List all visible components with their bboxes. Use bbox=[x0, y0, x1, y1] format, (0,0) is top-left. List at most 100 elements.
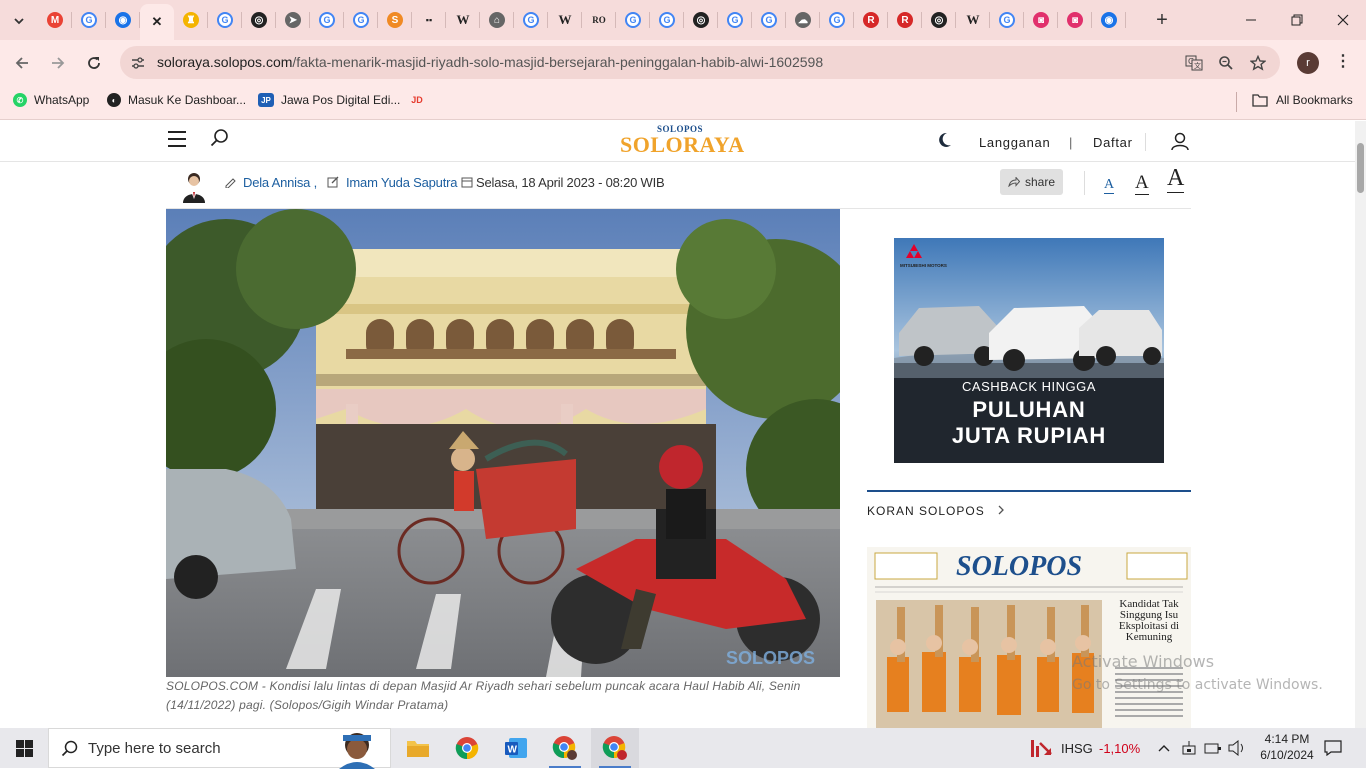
search-icon[interactable] bbox=[209, 127, 231, 149]
url-text[interactable]: soloraya.solopos.com/fakta-menarik-masji… bbox=[157, 54, 823, 70]
tab-search-button[interactable] bbox=[6, 8, 32, 34]
taskbar-chrome[interactable] bbox=[443, 728, 491, 768]
address-bar[interactable]: soloraya.solopos.com/fakta-menarik-masji… bbox=[120, 46, 1280, 79]
browser-tab[interactable]: G bbox=[344, 0, 378, 40]
restore-icon bbox=[1291, 14, 1303, 26]
taskbar-search-box[interactable]: Type here to search bbox=[48, 728, 391, 769]
browser-tab[interactable]: ◙ bbox=[1058, 0, 1092, 40]
author-name[interactable]: Dela Annisa , bbox=[243, 175, 317, 190]
browser-tab[interactable]: ◎ bbox=[684, 0, 718, 40]
start-button[interactable] bbox=[0, 728, 48, 768]
dark-mode-moon-icon[interactable] bbox=[938, 132, 952, 148]
all-bookmarks-button[interactable]: All Bookmarks bbox=[1252, 93, 1353, 107]
jd-icon: JD bbox=[410, 93, 424, 107]
browser-tab[interactable]: G bbox=[72, 0, 106, 40]
browser-tab[interactable]: G bbox=[208, 0, 242, 40]
browser-tab[interactable]: M bbox=[38, 0, 72, 40]
browser-tab[interactable]: W bbox=[956, 0, 990, 40]
stock-change[interactable]: -1,10% bbox=[1099, 741, 1140, 756]
browser-tab[interactable]: ☁ bbox=[786, 0, 820, 40]
svg-text:文: 文 bbox=[1194, 61, 1201, 70]
koran-solopos-heading[interactable]: KORAN SOLOPOS bbox=[867, 504, 1005, 518]
taskbar-file-explorer[interactable] bbox=[394, 728, 442, 768]
taskbar-chrome-profile-r[interactable] bbox=[591, 728, 639, 768]
google-icon: G bbox=[217, 12, 233, 28]
browser-tab[interactable]: R bbox=[854, 0, 888, 40]
editor-name[interactable]: Imam Yuda Saputra bbox=[346, 175, 457, 190]
stock-name[interactable]: IHSG bbox=[1061, 741, 1093, 756]
browser-tab[interactable]: W bbox=[548, 0, 582, 40]
browser-tab[interactable]: ◎ bbox=[242, 0, 276, 40]
subscribe-link[interactable]: Langganan bbox=[979, 135, 1050, 150]
bookmark-star-icon[interactable] bbox=[1248, 53, 1268, 73]
register-link[interactable]: Daftar bbox=[1093, 135, 1133, 150]
share-button[interactable]: share bbox=[1000, 169, 1063, 195]
newspaper-cover[interactable]: SOLOPOS Kandidat Tak Singgung Isu Eksplo… bbox=[867, 547, 1191, 728]
browser-tab[interactable]: ♜ bbox=[174, 0, 208, 40]
browser-tab[interactable]: G bbox=[616, 0, 650, 40]
browser-tab[interactable]: G bbox=[752, 0, 786, 40]
home-icon: ⌂ bbox=[489, 12, 505, 28]
back-button[interactable] bbox=[9, 50, 35, 76]
new-tab-button[interactable]: + bbox=[1150, 8, 1174, 32]
translate-icon[interactable]: G文 bbox=[1184, 53, 1204, 73]
browser-tab[interactable]: ◉ bbox=[106, 0, 140, 40]
sidebar-advertisement[interactable]: MITSUBISHI MOTORS CASHBACK HINGGA PULUHA… bbox=[894, 238, 1164, 463]
bookmark-jawapos[interactable]: JP Jawa Pos Digital Edi... bbox=[258, 93, 400, 107]
site-info-icon[interactable] bbox=[128, 53, 148, 73]
close-window-button[interactable] bbox=[1320, 0, 1366, 40]
hamburger-menu-icon[interactable] bbox=[168, 131, 186, 147]
browser-tab[interactable]: G bbox=[650, 0, 684, 40]
google-icon: G bbox=[625, 12, 641, 28]
wifi-icon[interactable] bbox=[1204, 740, 1222, 756]
browser-tab[interactable]: G bbox=[718, 0, 752, 40]
browser-tab[interactable]: ⌂ bbox=[480, 0, 514, 40]
ad-brand: MITSUBISHI MOTORS bbox=[900, 263, 947, 268]
font-size-small-button[interactable]: A bbox=[1104, 177, 1115, 194]
notification-icon[interactable] bbox=[1324, 740, 1342, 756]
browser-tab[interactable]: ◙ bbox=[1024, 0, 1058, 40]
zoom-icon[interactable] bbox=[1216, 53, 1236, 73]
font-size-medium-button[interactable]: A bbox=[1135, 172, 1149, 195]
browser-tab[interactable]: ▪▪ bbox=[412, 0, 446, 40]
browser-tab[interactable]: G bbox=[514, 0, 548, 40]
arrow-left-icon bbox=[15, 57, 28, 69]
taskbar-chrome-profile-h[interactable] bbox=[541, 728, 589, 768]
restore-button[interactable] bbox=[1274, 0, 1320, 40]
browser-menu-icon[interactable]: ⋮ bbox=[1333, 52, 1353, 74]
all-bookmarks-label: All Bookmarks bbox=[1276, 93, 1353, 107]
font-size-large-button[interactable]: A bbox=[1167, 165, 1185, 193]
stock-chart-icon[interactable] bbox=[1030, 738, 1052, 758]
ad-amount-text-1: PULUHAN bbox=[972, 397, 1086, 422]
taskbar-word[interactable]: W bbox=[492, 728, 540, 768]
browser-tab[interactable]: S bbox=[378, 0, 412, 40]
close-icon[interactable]: ✕ bbox=[149, 14, 165, 30]
chevron-up-icon[interactable] bbox=[1158, 744, 1170, 752]
browser-tab[interactable]: G bbox=[310, 0, 344, 40]
user-account-icon[interactable] bbox=[1170, 131, 1190, 151]
browser-tab[interactable]: ◎ bbox=[922, 0, 956, 40]
volume-icon[interactable] bbox=[1228, 740, 1246, 756]
site-logo[interactable]: SOLOPOS SOLORAYA bbox=[620, 124, 744, 156]
browser-tab-active[interactable]: ✕ bbox=[140, 4, 174, 40]
bookmark-whatsapp[interactable]: ✆ WhatsApp bbox=[13, 93, 89, 107]
browser-tab[interactable]: W bbox=[446, 0, 480, 40]
profile-avatar[interactable]: r bbox=[1297, 52, 1319, 74]
folder-icon bbox=[1252, 94, 1268, 107]
browser-tab[interactable]: G bbox=[990, 0, 1024, 40]
minimize-button[interactable] bbox=[1228, 0, 1274, 40]
system-clock[interactable]: 4:14 PM 6/10/2024 bbox=[1257, 731, 1317, 763]
bookmark-jd[interactable]: JD bbox=[410, 93, 431, 107]
browser-tab[interactable]: G bbox=[820, 0, 854, 40]
page-scrollbar[interactable] bbox=[1355, 121, 1366, 728]
jp-icon: JP bbox=[258, 93, 274, 107]
browser-tab[interactable]: ➤ bbox=[276, 0, 310, 40]
forward-button[interactable] bbox=[45, 50, 71, 76]
browser-tab[interactable]: ◉ bbox=[1092, 0, 1126, 40]
bookmark-dashboard[interactable]: ◐ Masuk Ke Dashboar... bbox=[107, 93, 246, 107]
browser-tab[interactable]: R bbox=[888, 0, 922, 40]
reload-button[interactable] bbox=[81, 50, 107, 76]
scrollbar-thumb[interactable] bbox=[1357, 143, 1364, 193]
network-icon[interactable] bbox=[1181, 740, 1197, 756]
browser-tab[interactable]: RO bbox=[582, 0, 616, 40]
